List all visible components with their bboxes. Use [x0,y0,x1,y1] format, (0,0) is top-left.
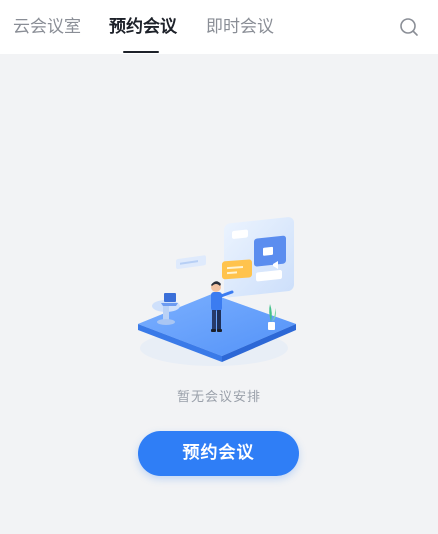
search-icon [400,18,418,36]
search-button[interactable] [396,14,422,40]
empty-state-message: 暂无会议安排 [176,390,261,405]
meeting-illustration [138,217,296,366]
tab-scheduled-meeting[interactable]: 预约会议 [109,16,177,38]
active-tab-indicator [123,51,159,53]
top-tab-bar: 云会议室 预约会议 即时会议 [0,0,438,54]
tab-instant-meeting[interactable]: 即时会议 [206,16,274,38]
schedule-meeting-button[interactable]: 预约会议 [138,431,299,476]
tab-cloud-meeting-room[interactable]: 云会议室 [13,16,81,38]
